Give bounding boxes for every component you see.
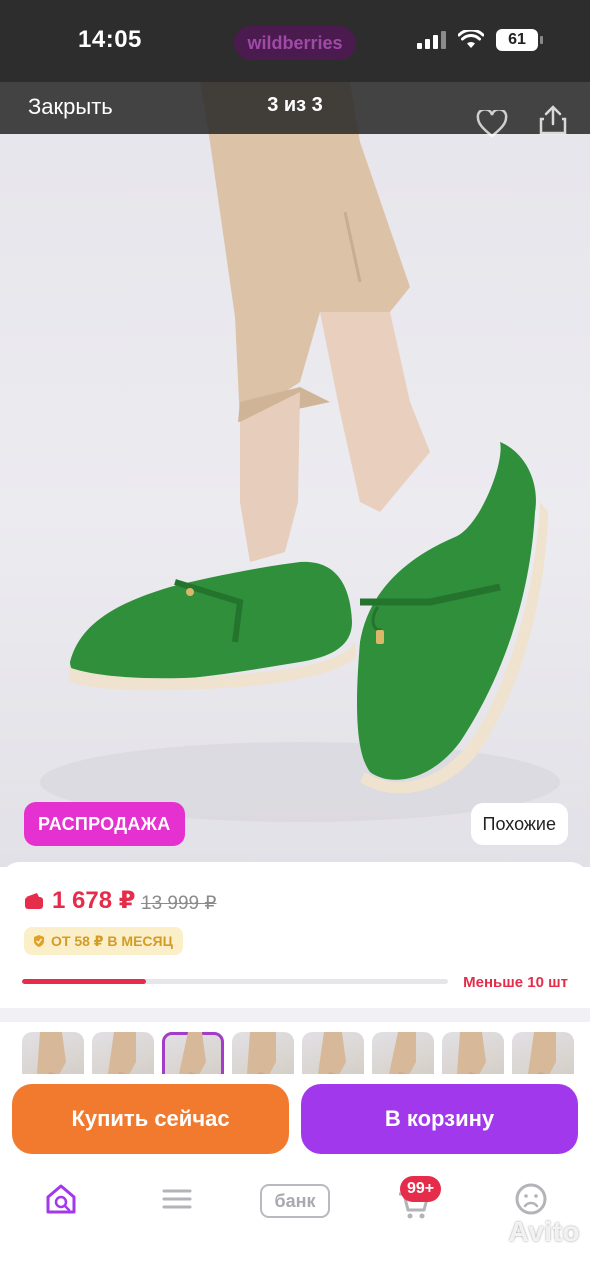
status-icons: 61 bbox=[417, 29, 543, 51]
old-price: 13 999 ₽ bbox=[141, 893, 217, 914]
avito-watermark: Avito bbox=[508, 1216, 580, 1247]
stock-progress-fill bbox=[22, 979, 146, 984]
section-separator bbox=[0, 1008, 590, 1022]
product-photo[interactable] bbox=[0, 82, 590, 867]
shield-icon bbox=[34, 935, 44, 947]
wallet-icon bbox=[25, 893, 43, 909]
bank-tab[interactable]: банк bbox=[260, 1184, 330, 1218]
signal-icon bbox=[417, 31, 446, 49]
current-price: 1 678 ₽ bbox=[52, 887, 136, 914]
battery-indicator: 61 bbox=[496, 29, 543, 51]
installment-text: ОТ 58 ₽ В МЕСЯЦ bbox=[51, 933, 173, 949]
photo-illustration bbox=[40, 82, 560, 822]
similar-button[interactable]: Похожие bbox=[470, 803, 568, 845]
sale-badge: РАСПРОДАЖА bbox=[24, 802, 185, 846]
thumbnail-strip bbox=[0, 1022, 590, 1082]
buy-now-button[interactable]: Купить сейчас bbox=[12, 1084, 289, 1154]
profile-icon[interactable] bbox=[514, 1182, 548, 1216]
menu-icon[interactable] bbox=[160, 1182, 194, 1216]
status-bar: 14:05 wildberries 61 bbox=[0, 0, 590, 82]
stock-progress-bar bbox=[22, 979, 448, 984]
share-icon[interactable] bbox=[538, 104, 568, 136]
installment-badge[interactable]: ОТ 58 ₽ В МЕСЯЦ bbox=[24, 927, 183, 955]
cart-count-badge: 99+ bbox=[400, 1176, 442, 1202]
status-time: 14:05 bbox=[78, 26, 142, 53]
stock-label: Меньше 10 шт bbox=[463, 974, 568, 991]
app-indicator-pill: wildberries bbox=[234, 26, 356, 60]
add-to-cart-button[interactable]: В корзину bbox=[301, 1084, 578, 1154]
home-search-icon[interactable] bbox=[44, 1182, 78, 1216]
heart-icon[interactable] bbox=[476, 110, 508, 138]
wifi-icon bbox=[458, 30, 484, 48]
